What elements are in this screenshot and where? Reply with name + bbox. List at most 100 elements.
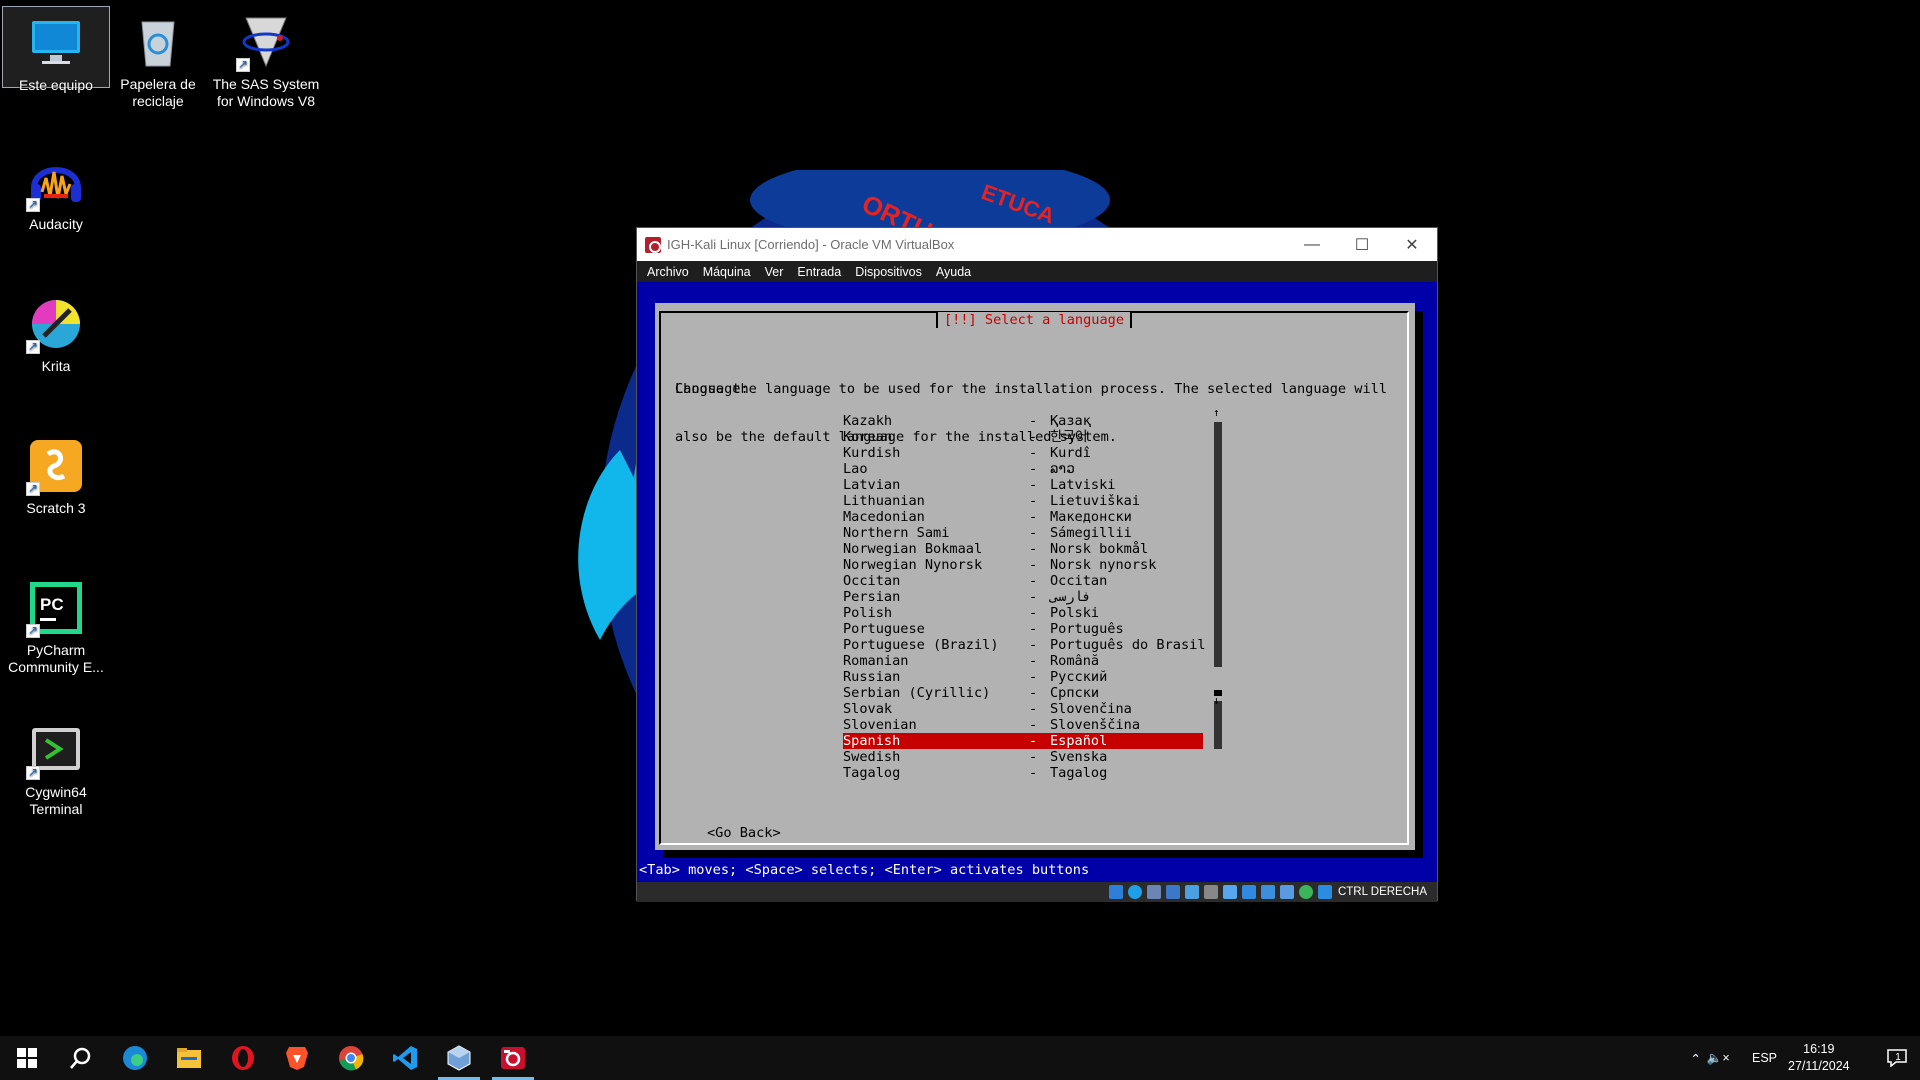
- language-separator: -: [1029, 429, 1038, 445]
- taskbar-brave[interactable]: [270, 1036, 324, 1080]
- language-option[interactable]: Norwegian Nynorsk - Norsk nynorsk: [843, 557, 1203, 573]
- taskbar-file-explorer[interactable]: [162, 1036, 216, 1080]
- language-separator: -: [1029, 621, 1038, 637]
- minimize-icon[interactable]: —: [1287, 228, 1337, 261]
- language-option[interactable]: Romanian - Română: [843, 653, 1203, 669]
- maximize-icon[interactable]: ☐: [1337, 228, 1387, 261]
- desktop-icon-este-equipo[interactable]: Este equipo: [2, 6, 110, 93]
- menu-maquina[interactable]: Máquina: [703, 265, 751, 279]
- language-native-name: Occitan: [1050, 573, 1108, 589]
- desktop-icon-label: Krita: [41, 358, 71, 374]
- notification-center[interactable]: 1: [1874, 1036, 1914, 1080]
- search-button[interactable]: [54, 1036, 108, 1080]
- hard-disk-icon[interactable]: [1108, 885, 1123, 899]
- menu-entrada[interactable]: Entrada: [797, 265, 841, 279]
- language-english-name: Norwegian Bokmaal: [843, 541, 983, 557]
- taskbar-vscode[interactable]: [378, 1036, 432, 1080]
- language-english-name: Spanish: [843, 733, 901, 749]
- taskbar-opera[interactable]: [216, 1036, 270, 1080]
- recording-icon[interactable]: [1260, 885, 1275, 899]
- language-option[interactable]: Occitan - Occitan: [843, 573, 1203, 589]
- virtualbox-app-icon: [645, 236, 661, 253]
- cygwin-terminal-icon: [26, 720, 86, 781]
- taskbar-edge[interactable]: [108, 1036, 162, 1080]
- language-native-name: Lietuviškai: [1050, 493, 1141, 509]
- menu-ver[interactable]: Ver: [765, 265, 784, 279]
- file-explorer-icon: [177, 1048, 201, 1068]
- language-separator: -: [1029, 701, 1038, 717]
- language-option[interactable]: Lithuanian - Lietuviškai: [843, 493, 1203, 509]
- language-list[interactable]: Kazakh - Қазақ Korean - 한국어 Kurdish - Kurdî Lao - ລ…: [843, 413, 1206, 781]
- menu-dispositivos[interactable]: Dispositivos: [855, 265, 922, 279]
- language-english-name: Portuguese: [843, 621, 925, 637]
- language-native-name: Kurdî: [1050, 445, 1091, 461]
- language-option[interactable]: Korean - 한국어: [843, 429, 1203, 445]
- language-separator: -: [1029, 733, 1038, 749]
- language-option[interactable]: Tagalog - Tagalog: [843, 765, 1203, 781]
- tray-overflow[interactable]: ⌃ 🔈×: [1690, 1036, 1730, 1080]
- optical-drive-icon[interactable]: [1127, 885, 1142, 899]
- language-option[interactable]: Polish - Polski: [843, 605, 1203, 621]
- go-back-button[interactable]: <Go Back>: [707, 825, 781, 841]
- language-option[interactable]: Portuguese (Brazil) - Português do Brasil: [843, 637, 1206, 653]
- language-option[interactable]: Lao - ລາວ: [843, 461, 1203, 477]
- desktop-icon-label: Audacity: [29, 216, 83, 232]
- volume-muted-icon[interactable]: 🔈×: [1707, 1051, 1730, 1066]
- network-icon[interactable]: [1165, 885, 1180, 899]
- vm-screen[interactable]: [!!] Select a language Choose the langua…: [637, 282, 1437, 882]
- taskbar-debian-installer[interactable]: [486, 1036, 540, 1080]
- desktop: ORTU ETUCA Este equipo Papelera de recic…: [0, 0, 1920, 1036]
- host-key-icon[interactable]: [1317, 885, 1332, 899]
- language-option[interactable]: Spanish - Español: [843, 733, 1203, 749]
- scrollbar-track: [1214, 422, 1222, 667]
- taskbar-chrome[interactable]: [324, 1036, 378, 1080]
- desktop-icon-audacity[interactable]: Audacity: [2, 146, 110, 233]
- language-option[interactable]: Norwegian Bokmaal - Norsk bokmål: [843, 541, 1203, 557]
- language-option[interactable]: Swedish - Svenska: [843, 749, 1203, 765]
- start-button[interactable]: [0, 1036, 54, 1080]
- usb-icon[interactable]: [1184, 885, 1199, 899]
- language-option[interactable]: Slovak - Slovenčina: [843, 701, 1203, 717]
- display-icon[interactable]: [1222, 885, 1237, 899]
- language-option[interactable]: Slovenian - Slovenščina: [843, 717, 1203, 733]
- shared-folders-icon[interactable]: [1203, 885, 1218, 899]
- language-native-name: Македонски: [1050, 509, 1132, 525]
- language-option[interactable]: Persian - فارسی: [843, 589, 1203, 605]
- language-list-scrollbar[interactable]: ↑ ↓: [1213, 406, 1222, 749]
- desktop-icon-papelera[interactable]: Papelera de reciclaje: [104, 6, 212, 110]
- language-english-name: Serbian (Cyrillic): [843, 685, 991, 701]
- desktop-icon-scratch[interactable]: Scratch 3: [2, 430, 110, 517]
- language-native-name: Polski: [1050, 605, 1100, 621]
- language-option[interactable]: Portuguese - Português: [843, 621, 1203, 637]
- desktop-icon-pycharm[interactable]: PC PyCharm Community E...: [2, 572, 110, 676]
- taskbar-virtualbox[interactable]: [432, 1036, 486, 1080]
- dialog-title: [!!] Select a language: [935, 312, 1133, 328]
- menu-archivo[interactable]: Archivo: [647, 265, 689, 279]
- language-option[interactable]: Kurdish - Kurdî: [843, 445, 1203, 461]
- scroll-down-icon[interactable]: ↓: [1213, 694, 1220, 707]
- language-separator: -: [1029, 509, 1038, 525]
- language-option[interactable]: Macedonian - Македонски: [843, 509, 1203, 525]
- clock[interactable]: 16:19 27/11/2024: [1788, 1036, 1850, 1080]
- language-english-name: Norwegian Nynorsk: [843, 557, 983, 573]
- mouse-integration-icon[interactable]: [1298, 885, 1313, 899]
- desktop-icon-sas[interactable]: The SAS System for Windows V8: [212, 6, 320, 110]
- language-option[interactable]: Latvian - Latviski: [843, 477, 1203, 493]
- video-capture-icon[interactable]: [1241, 885, 1256, 899]
- language-option[interactable]: Russian - Русский: [843, 669, 1203, 685]
- shortcut-arrow-icon: [26, 196, 40, 213]
- input-language[interactable]: ESP: [1752, 1036, 1777, 1080]
- menu-ayuda[interactable]: Ayuda: [936, 265, 971, 279]
- audio-icon[interactable]: [1146, 885, 1161, 899]
- language-native-name: Norsk nynorsk: [1050, 557, 1157, 573]
- desktop-icon-cygwin[interactable]: Cygwin64 Terminal: [2, 714, 110, 818]
- scroll-up-icon[interactable]: ↑: [1213, 406, 1220, 419]
- window-titlebar[interactable]: IGH-Kali Linux [Corriendo] - Oracle VM V…: [637, 228, 1437, 261]
- language-option[interactable]: Serbian (Cyrillic) - Српски: [843, 685, 1203, 701]
- desktop-icon-krita[interactable]: Krita: [2, 288, 110, 375]
- language-option[interactable]: Northern Sami - Sámegillii: [843, 525, 1203, 541]
- language-separator: -: [1029, 557, 1038, 573]
- close-icon[interactable]: ✕: [1387, 228, 1437, 261]
- language-option[interactable]: Kazakh - Қазақ: [843, 413, 1203, 429]
- cpu-icon[interactable]: [1279, 885, 1294, 899]
